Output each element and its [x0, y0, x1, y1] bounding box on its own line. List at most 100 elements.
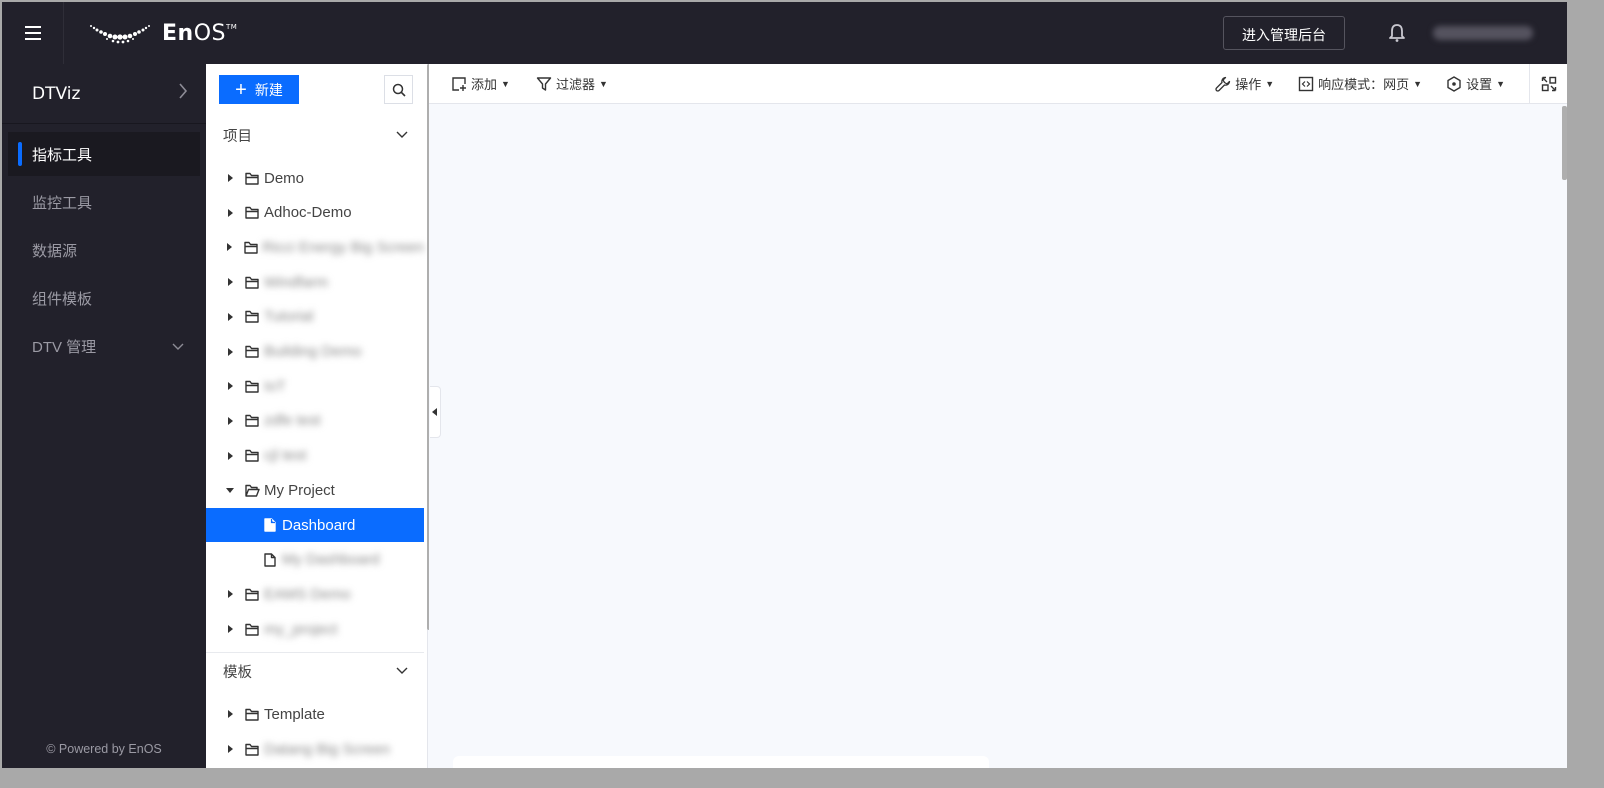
- folder-icon: [244, 309, 260, 325]
- fullscreen-button[interactable]: [1529, 63, 1567, 104]
- folder-open-icon: [244, 482, 260, 498]
- search-icon: [392, 83, 406, 97]
- caret-right-icon[interactable]: [222, 451, 238, 460]
- chevron-down-icon: [172, 338, 184, 355]
- enter-admin-console-button[interactable]: 进入管理后台: [1223, 16, 1345, 50]
- top-bar: EnOSTM 进入管理后台: [2, 2, 1567, 64]
- tree-file-item[interactable]: My Dashboard: [206, 543, 424, 577]
- user-menu[interactable]: [1433, 26, 1533, 40]
- tree-folder-item[interactable]: Datang Big Screen: [206, 732, 424, 766]
- tree-folder-item[interactable]: Ricci Energy Big Screen: [206, 230, 424, 264]
- tree-item-label: Dashboard: [282, 516, 356, 534]
- app-window: EnOSTM 进入管理后台 DTViz 指标工具 监控工具 数据源 组件模板 D…: [2, 2, 1567, 768]
- tree-folder-item[interactable]: Adhoc-Demo: [206, 196, 424, 230]
- folder-icon: [244, 706, 260, 722]
- canvas-scrollbar[interactable]: [1562, 106, 1567, 180]
- caret-right-icon[interactable]: [222, 174, 238, 182]
- sidebar-item-dtv-management[interactable]: DTV 管理: [8, 324, 200, 368]
- tree-item-label: Datang Big Screen: [264, 740, 390, 758]
- operations-label: 操作: [1235, 77, 1262, 92]
- tree-folder-item[interactable]: My Project: [206, 473, 424, 507]
- sidebar-item-label: 组件模板: [32, 290, 93, 308]
- chevron-right-icon: [178, 83, 188, 104]
- folder-icon: [244, 448, 260, 464]
- folder-icon: [244, 170, 260, 186]
- filter-dropdown[interactable]: 过滤器 ▼: [536, 74, 608, 93]
- chevron-down-icon: [396, 663, 408, 679]
- tree-item-label: My Dashboard: [282, 551, 380, 569]
- tree-item-label: cjl test: [264, 447, 307, 465]
- caret-right-icon[interactable]: [222, 382, 238, 391]
- sidebar-item-data-sources[interactable]: 数据源: [8, 228, 200, 272]
- tree-folder-item[interactable]: EAMS Demo: [206, 577, 424, 611]
- notifications-button[interactable]: [1387, 23, 1407, 43]
- tree-item-label: EAMS Demo: [264, 585, 351, 603]
- caret-down-icon[interactable]: [222, 487, 238, 493]
- resource-tree-panel: + 新建 项目 Demo Adhoc-Demo Ricci Energy Big S…: [206, 64, 431, 768]
- tree-item-label: Building Demo: [264, 343, 362, 360]
- sidebar-item-label: DTV 管理: [32, 338, 97, 356]
- tree-folder-item[interactable]: Demo: [206, 161, 424, 195]
- projects-section-header[interactable]: 项目: [206, 120, 424, 150]
- collapse-tree-panel-button[interactable]: [430, 386, 441, 438]
- sidebar-item-indicator-tools[interactable]: 指标工具: [8, 132, 200, 176]
- tree-item-label: Ricci Energy Big Screen: [262, 238, 424, 256]
- app-name: DTViz: [32, 83, 81, 104]
- tree-item-label: Windfarm: [264, 273, 329, 291]
- new-button-label: 新建: [254, 81, 283, 98]
- tree-folder-item[interactable]: Template: [206, 697, 424, 731]
- tree-file-item[interactable]: Dashboard: [206, 508, 424, 542]
- sidebar-item-label: 数据源: [32, 242, 78, 260]
- caret-right-icon[interactable]: [222, 243, 237, 252]
- templates-header-label: 模板: [223, 664, 252, 681]
- settings-hexagon-icon: [1446, 75, 1462, 92]
- app-switcher[interactable]: DTViz: [2, 64, 206, 124]
- caret-right-icon[interactable]: [222, 416, 238, 425]
- folder-icon: [244, 586, 260, 602]
- tree-item-label: Template: [264, 705, 325, 723]
- filter-label: 过滤器: [555, 77, 595, 92]
- brand-name: EnOSTM: [162, 20, 238, 46]
- caret-right-icon[interactable]: [222, 745, 238, 753]
- caret-right-icon[interactable]: [222, 208, 238, 217]
- fullscreen-icon: [1541, 76, 1556, 91]
- tree-folder-item[interactable]: Tutorial: [206, 300, 424, 334]
- caret-right-icon[interactable]: [222, 278, 238, 287]
- folder-icon: [244, 413, 260, 429]
- caret-right-icon[interactable]: [222, 590, 238, 599]
- folder-icon: [244, 274, 260, 290]
- responsive-mode-dropdown[interactable]: 响应模式：网页 ▼: [1298, 74, 1422, 93]
- sidebar-item-component-templates[interactable]: 组件模板: [8, 276, 200, 320]
- file-icon: [262, 517, 278, 533]
- plus-icon: +: [235, 78, 247, 101]
- folder-icon: [244, 741, 260, 757]
- add-dropdown[interactable]: 添加 ▼: [451, 74, 510, 93]
- tree-item-label: Tutorial: [264, 308, 314, 326]
- sidebar-item-label: 监控工具: [32, 194, 93, 212]
- templates-section-header[interactable]: 模板: [206, 656, 424, 686]
- folder-icon: [244, 378, 260, 394]
- caret-right-icon[interactable]: [222, 625, 238, 634]
- sidebar: DTViz 指标工具 监控工具 数据源 组件模板 DTV 管理 © Powere…: [2, 64, 206, 768]
- dashboard-card: [453, 756, 989, 768]
- responsive-mode-icon: [1298, 76, 1314, 92]
- tree-search-button[interactable]: [384, 75, 413, 104]
- tree-folder-item[interactable]: cjl test: [206, 439, 424, 473]
- new-button[interactable]: + 新建: [219, 75, 299, 104]
- caret-right-icon[interactable]: [222, 312, 238, 321]
- tree-folder-item[interactable]: my_project: [206, 612, 424, 646]
- sidebar-item-monitoring-tools[interactable]: 监控工具: [8, 180, 200, 224]
- operations-dropdown[interactable]: 操作 ▼: [1215, 74, 1274, 93]
- menu-toggle-button[interactable]: [2, 2, 64, 64]
- caret-right-icon[interactable]: [222, 710, 238, 718]
- tree-folder-item[interactable]: Building Demo: [206, 335, 424, 369]
- enos-logo[interactable]: EnOSTM: [88, 21, 237, 46]
- tree-folder-item[interactable]: IoT: [206, 369, 424, 403]
- hamburger-icon: [24, 24, 41, 42]
- caret-right-icon[interactable]: [222, 347, 238, 356]
- tree-folder-item[interactable]: zdfe test: [206, 404, 424, 438]
- add-label: 添加: [471, 77, 498, 92]
- settings-dropdown[interactable]: 设置 ▼: [1446, 74, 1505, 93]
- tree-folder-item[interactable]: Windfarm: [206, 265, 424, 299]
- dashboard-toolbar: 添加 ▼ 过滤器 ▼ 操作 ▼ 响应模式：网页 ▼ 设置 ▼: [429, 63, 1567, 104]
